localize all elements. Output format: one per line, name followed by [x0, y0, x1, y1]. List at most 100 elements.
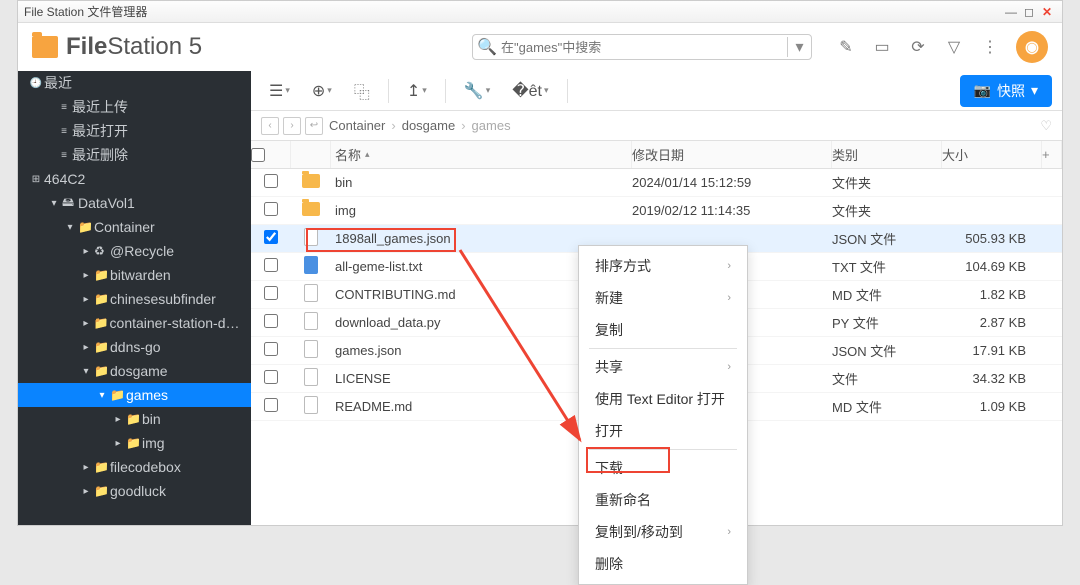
sidebar-folder[interactable]: ▾📁Container — [18, 215, 251, 239]
copy-button[interactable]: ⿻ — [346, 75, 378, 107]
refresh-icon[interactable]: ⟳ — [908, 37, 928, 57]
tools-button[interactable]: 🔧▾ — [456, 77, 498, 105]
menu-item[interactable]: 使用 Text Editor 打开 — [579, 383, 747, 415]
sidebar-folder[interactable]: ▸📁bitwarden — [18, 263, 251, 287]
file-date: 2024/01/14 15:12:59 — [632, 175, 832, 190]
sidebar-folder-selected[interactable]: ▾📁games — [18, 383, 251, 407]
sort-asc-icon: ▴ — [365, 149, 370, 160]
favorite-icon[interactable]: ♡ — [1040, 118, 1052, 134]
file-type: 文件 — [832, 369, 942, 388]
sidebar-folder[interactable]: ▸📁img — [18, 431, 251, 455]
col-size[interactable]: 大小 — [942, 141, 1042, 168]
row-checkbox[interactable] — [264, 174, 278, 188]
chevron-right-icon: › — [461, 118, 465, 133]
row-checkbox[interactable] — [264, 286, 278, 300]
share-button[interactable]: �êt▾ — [504, 77, 556, 105]
sidebar-folder[interactable]: ▸📁chinesesubfinder — [18, 287, 251, 311]
file-type: 文件夹 — [832, 173, 942, 192]
select-all-checkbox[interactable] — [251, 148, 265, 162]
col-name[interactable]: 名称▴ — [331, 141, 632, 168]
cast-icon[interactable]: ▭ — [872, 37, 892, 57]
menu-item[interactable]: 新建› — [579, 282, 747, 314]
nav-back-button[interactable]: ‹ — [261, 117, 279, 135]
folder-logo-icon — [32, 36, 58, 58]
folder-icon — [302, 174, 320, 188]
search-dropdown[interactable]: ▾ — [787, 37, 811, 57]
file-row[interactable]: bin2024/01/14 15:12:59文件夹 — [251, 169, 1062, 197]
row-checkbox[interactable] — [264, 370, 278, 384]
row-checkbox[interactable] — [264, 314, 278, 328]
add-column-button[interactable]: + — [1042, 141, 1062, 168]
file-date: 2019/02/12 11:14:35 — [632, 203, 832, 218]
header: FileStation 5 🔍 ▾ ✎ ▭ ⟳ ▽ ⋮ ◉ — [18, 23, 1062, 71]
menu-item[interactable]: 复制到/移动到› — [579, 516, 747, 548]
file-icon — [304, 284, 318, 302]
file-size: 1.82 KB — [942, 287, 1042, 302]
upload-button[interactable]: ↥▾ — [399, 77, 435, 105]
breadcrumb-item[interactable]: dosgame — [402, 118, 455, 133]
toolbar: ☰▾ ⊕▾ ⿻ ↥▾ 🔧▾ �êt▾ 📷 快照 ▾ — [251, 71, 1062, 111]
user-avatar[interactable]: ◉ — [1016, 31, 1048, 63]
more-icon[interactable]: ⋮ — [980, 37, 1000, 57]
filter-icon[interactable]: ▽ — [944, 37, 964, 57]
new-button[interactable]: ⊕▾ — [304, 77, 340, 105]
sidebar-folder[interactable]: ▾📁dosgame — [18, 359, 251, 383]
chevron-right-icon: › — [391, 118, 395, 133]
col-date[interactable]: 修改日期 — [632, 141, 832, 168]
nav-up-button[interactable]: ↩ — [305, 117, 323, 135]
row-checkbox[interactable] — [264, 202, 278, 216]
file-icon — [304, 228, 318, 246]
sidebar-item[interactable]: ≡最近打开 — [18, 119, 251, 143]
sidebar-folder[interactable]: ▸♻@Recycle — [18, 239, 251, 263]
menu-item[interactable]: 打开 — [579, 415, 747, 447]
col-type[interactable]: 类别 — [832, 141, 942, 168]
menu-item[interactable]: 下载 — [579, 452, 747, 484]
row-checkbox[interactable] — [264, 398, 278, 412]
sidebar-folder[interactable]: ▸📁bin — [18, 407, 251, 431]
menu-item[interactable]: 删除 — [579, 548, 747, 580]
minimize-button[interactable]: — — [1002, 5, 1020, 19]
breadcrumb-bar: ‹ › ↩ Container › dosgame › games ♡ — [251, 111, 1062, 141]
menu-item[interactable]: 共享› — [579, 351, 747, 383]
close-button[interactable]: ✕ — [1038, 5, 1056, 19]
row-checkbox[interactable] — [264, 230, 278, 244]
menu-item[interactable]: 复制 — [579, 314, 747, 346]
sidebar-folder[interactable]: ▸📁filecodebox — [18, 455, 251, 479]
file-name: bin — [331, 175, 632, 190]
file-row[interactable]: img2019/02/12 11:14:35文件夹 — [251, 197, 1062, 225]
camera-icon: 📷 — [974, 82, 991, 99]
menu-item[interactable]: 重新命名 — [579, 484, 747, 516]
sidebar-recent[interactable]: 🕘最近 — [18, 71, 251, 95]
file-type: TXT 文件 — [832, 257, 942, 276]
row-checkbox[interactable] — [264, 342, 278, 356]
search-box[interactable]: 🔍 ▾ — [472, 34, 812, 60]
row-checkbox[interactable] — [264, 258, 278, 272]
file-icon — [304, 256, 318, 274]
sidebar-volume[interactable]: ⊞464C2 — [18, 167, 251, 191]
view-mode-button[interactable]: ☰▾ — [261, 77, 298, 105]
file-type: PY 文件 — [832, 313, 942, 332]
search-icon: 🔍 — [473, 37, 501, 57]
file-size: 505.93 KB — [942, 231, 1042, 246]
sidebar-item[interactable]: ≡最近上传 — [18, 95, 251, 119]
search-input[interactable] — [501, 40, 787, 55]
sidebar-folder[interactable]: ▸📁ddns-go — [18, 335, 251, 359]
sidebar-volume[interactable]: ▾🖴DataVol1 — [18, 191, 251, 215]
breadcrumb-item[interactable]: Container — [329, 118, 385, 133]
snapshot-button[interactable]: 📷 快照 ▾ — [960, 75, 1052, 107]
titlebar: File Station 文件管理器 — ◻ ✕ — [18, 1, 1062, 23]
sidebar: 🕘最近 ≡最近上传 ≡最近打开 ≡最近删除 ⊞464C2 ▾🖴DataVol1 … — [18, 71, 251, 525]
breadcrumb-current: games — [472, 118, 511, 133]
sidebar-folder[interactable]: ▸📁container-station-data — [18, 311, 251, 335]
maximize-button[interactable]: ◻ — [1020, 5, 1038, 19]
file-list-header: 名称▴ 修改日期 类别 大小 + — [251, 141, 1062, 169]
edit-icon[interactable]: ✎ — [836, 37, 856, 57]
menu-item[interactable]: 排序方式› — [579, 250, 747, 282]
file-type: MD 文件 — [832, 285, 942, 304]
app-window: File Station 文件管理器 — ◻ ✕ FileStation 5 🔍… — [17, 0, 1063, 526]
file-type: MD 文件 — [832, 397, 942, 416]
file-icon — [304, 396, 318, 414]
nav-forward-button[interactable]: › — [283, 117, 301, 135]
sidebar-item[interactable]: ≡最近删除 — [18, 143, 251, 167]
sidebar-folder[interactable]: ▸📁goodluck — [18, 479, 251, 503]
